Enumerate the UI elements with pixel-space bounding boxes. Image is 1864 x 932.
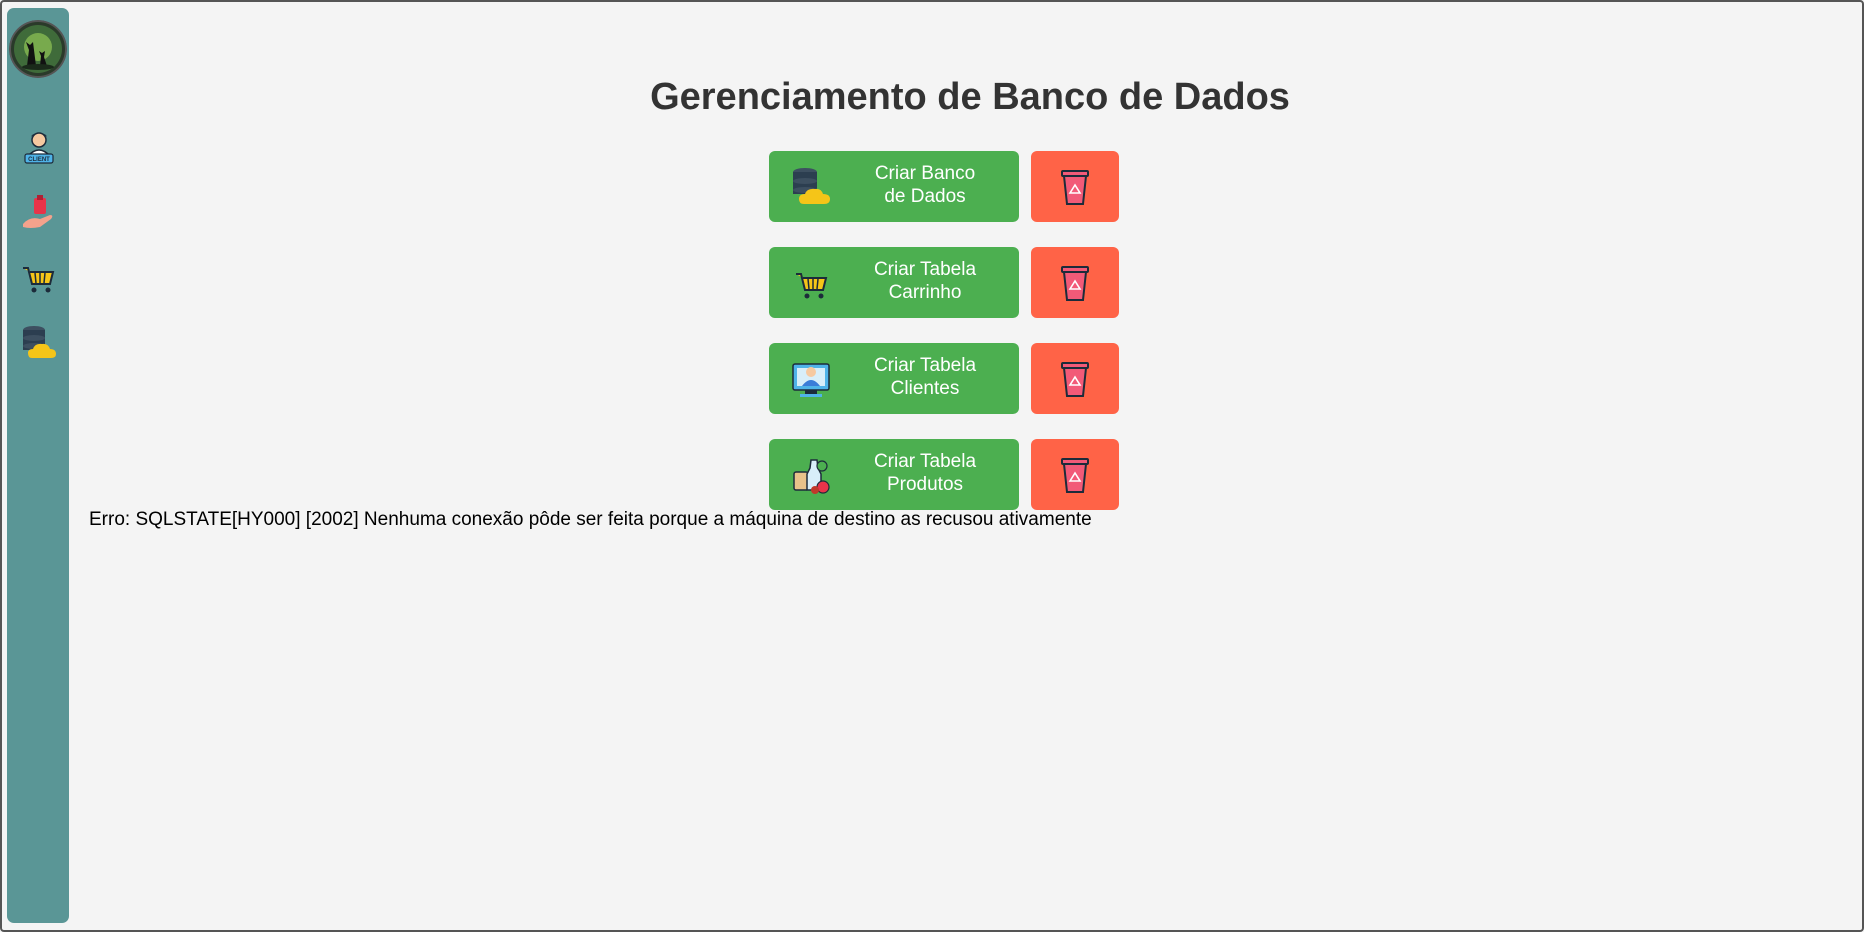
create-cart-table-button[interactable]: Criar Tabela Carrinho	[769, 247, 1019, 318]
label-line-2: Clientes	[890, 378, 960, 399]
products-icon	[793, 459, 830, 494]
create-products-table-label: Criar Tabela Produtos	[864, 450, 986, 496]
label-line-1: Criar Tabela	[873, 259, 977, 280]
client-icon-text: CLIENT	[28, 157, 50, 163]
cart-icon	[796, 273, 828, 299]
delete-clients-table-button[interactable]	[1031, 343, 1119, 414]
sidebar: CLIENT	[7, 8, 69, 923]
create-clients-table-button[interactable]: Criar Tabela Clientes	[769, 343, 1019, 414]
client-icon: CLIENT	[24, 132, 54, 164]
sidebar-item-client[interactable]: CLIENT	[20, 128, 58, 166]
recycle-bin-icon	[1061, 170, 1089, 205]
error-message: Erro: SQLSTATE[HY000] [2002] Nenhuma con…	[89, 509, 1092, 530]
sidebar-item-products[interactable]	[20, 194, 58, 232]
delete-database-button[interactable]	[1031, 151, 1119, 222]
database-cloud-icon	[793, 168, 830, 204]
label-line-2: Produtos	[886, 474, 964, 495]
logo[interactable]	[9, 20, 67, 78]
sidebar-item-cart[interactable]	[20, 260, 58, 298]
recycle-bin-icon	[1061, 458, 1089, 493]
label-line-2: de Dados	[884, 186, 966, 207]
create-database-label: Criar Banco de Dados	[864, 162, 986, 208]
create-products-table-button[interactable]: Criar Tabela Produtos	[769, 439, 1019, 510]
label-line-1: Criar Tabela	[873, 355, 977, 376]
delete-cart-table-button[interactable]	[1031, 247, 1119, 318]
create-database-button[interactable]: Criar Banco de Dados	[769, 151, 1019, 222]
recycle-bin-icon	[1061, 362, 1089, 397]
recycle-bin-icon	[1061, 266, 1089, 301]
create-clients-table-label: Criar Tabela Clientes	[864, 354, 986, 400]
product-hand-icon	[23, 195, 53, 228]
label-line-2: Carrinho	[888, 282, 962, 303]
label-line-1: Criar Tabela	[873, 451, 977, 472]
sidebar-item-database[interactable]	[20, 324, 58, 362]
label-line-1: Criar Banco	[874, 163, 976, 184]
client-computer-icon	[792, 363, 830, 397]
cart-icon	[23, 267, 55, 293]
delete-products-table-button[interactable]	[1031, 439, 1119, 510]
database-cloud-icon	[23, 326, 56, 358]
create-cart-table-label: Criar Tabela Carrinho	[864, 258, 986, 304]
page-title: Gerenciamento de Banco de Dados	[650, 76, 1290, 118]
